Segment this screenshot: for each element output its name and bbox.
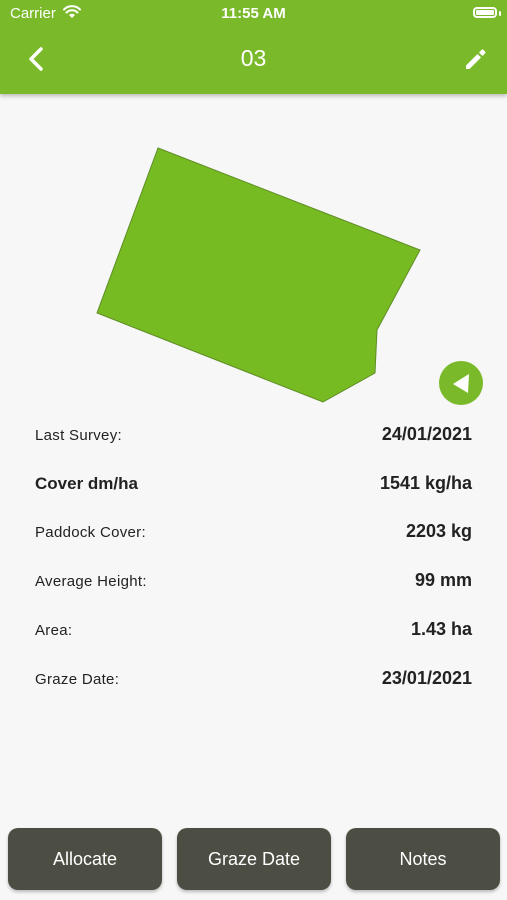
detail-value: 99 mm: [414, 570, 472, 590]
detail-row-graze-date: Graze Date: 23/01/2021: [35, 666, 472, 696]
notes-button[interactable]: Notes: [346, 828, 500, 890]
detail-label: Last Survey:: [35, 427, 122, 444]
detail-value: 2203 kg: [405, 521, 472, 541]
detail-label: Area:: [35, 622, 73, 639]
paddock-shape: [96, 147, 421, 403]
detail-label: Graze Date:: [35, 671, 120, 688]
detail-row-average-height: Average Height: 99 mm: [35, 568, 472, 598]
app-bar: Carrier 11:55 AM 03: [0, 0, 507, 94]
detail-row-area: Area: 1.43 ha: [35, 617, 472, 647]
detail-value: 23/01/2021: [381, 668, 472, 688]
detail-row-paddock-cover: Paddock Cover: 2203 kg: [35, 519, 472, 549]
detail-label: Average Height:: [35, 573, 147, 590]
detail-value: 1541 kg/ha: [379, 473, 472, 493]
navigate-button[interactable]: [439, 361, 483, 405]
detail-label: Cover dm/ha: [35, 474, 138, 493]
allocate-button[interactable]: Allocate: [8, 828, 162, 890]
detail-row-cover: Cover dm/ha 1541 kg/ha: [35, 471, 472, 501]
navigate-arrow-icon: [453, 374, 469, 393]
clock: 11:55 AM: [221, 5, 286, 22]
battery-icon: [473, 7, 497, 18]
pencil-icon[interactable]: [462, 45, 490, 73]
paddock-map: [96, 147, 421, 403]
status-bar: Carrier 11:55 AM: [0, 0, 507, 28]
detail-value: 1.43 ha: [410, 619, 472, 639]
graze-date-button[interactable]: Graze Date: [177, 828, 331, 890]
detail-label: Paddock Cover:: [35, 524, 146, 541]
battery-tip: [499, 11, 501, 16]
page-title: 03: [240, 45, 267, 71]
detail-value: 24/01/2021: [381, 424, 472, 444]
detail-row-last-survey: Last Survey: 24/01/2021: [35, 422, 472, 452]
